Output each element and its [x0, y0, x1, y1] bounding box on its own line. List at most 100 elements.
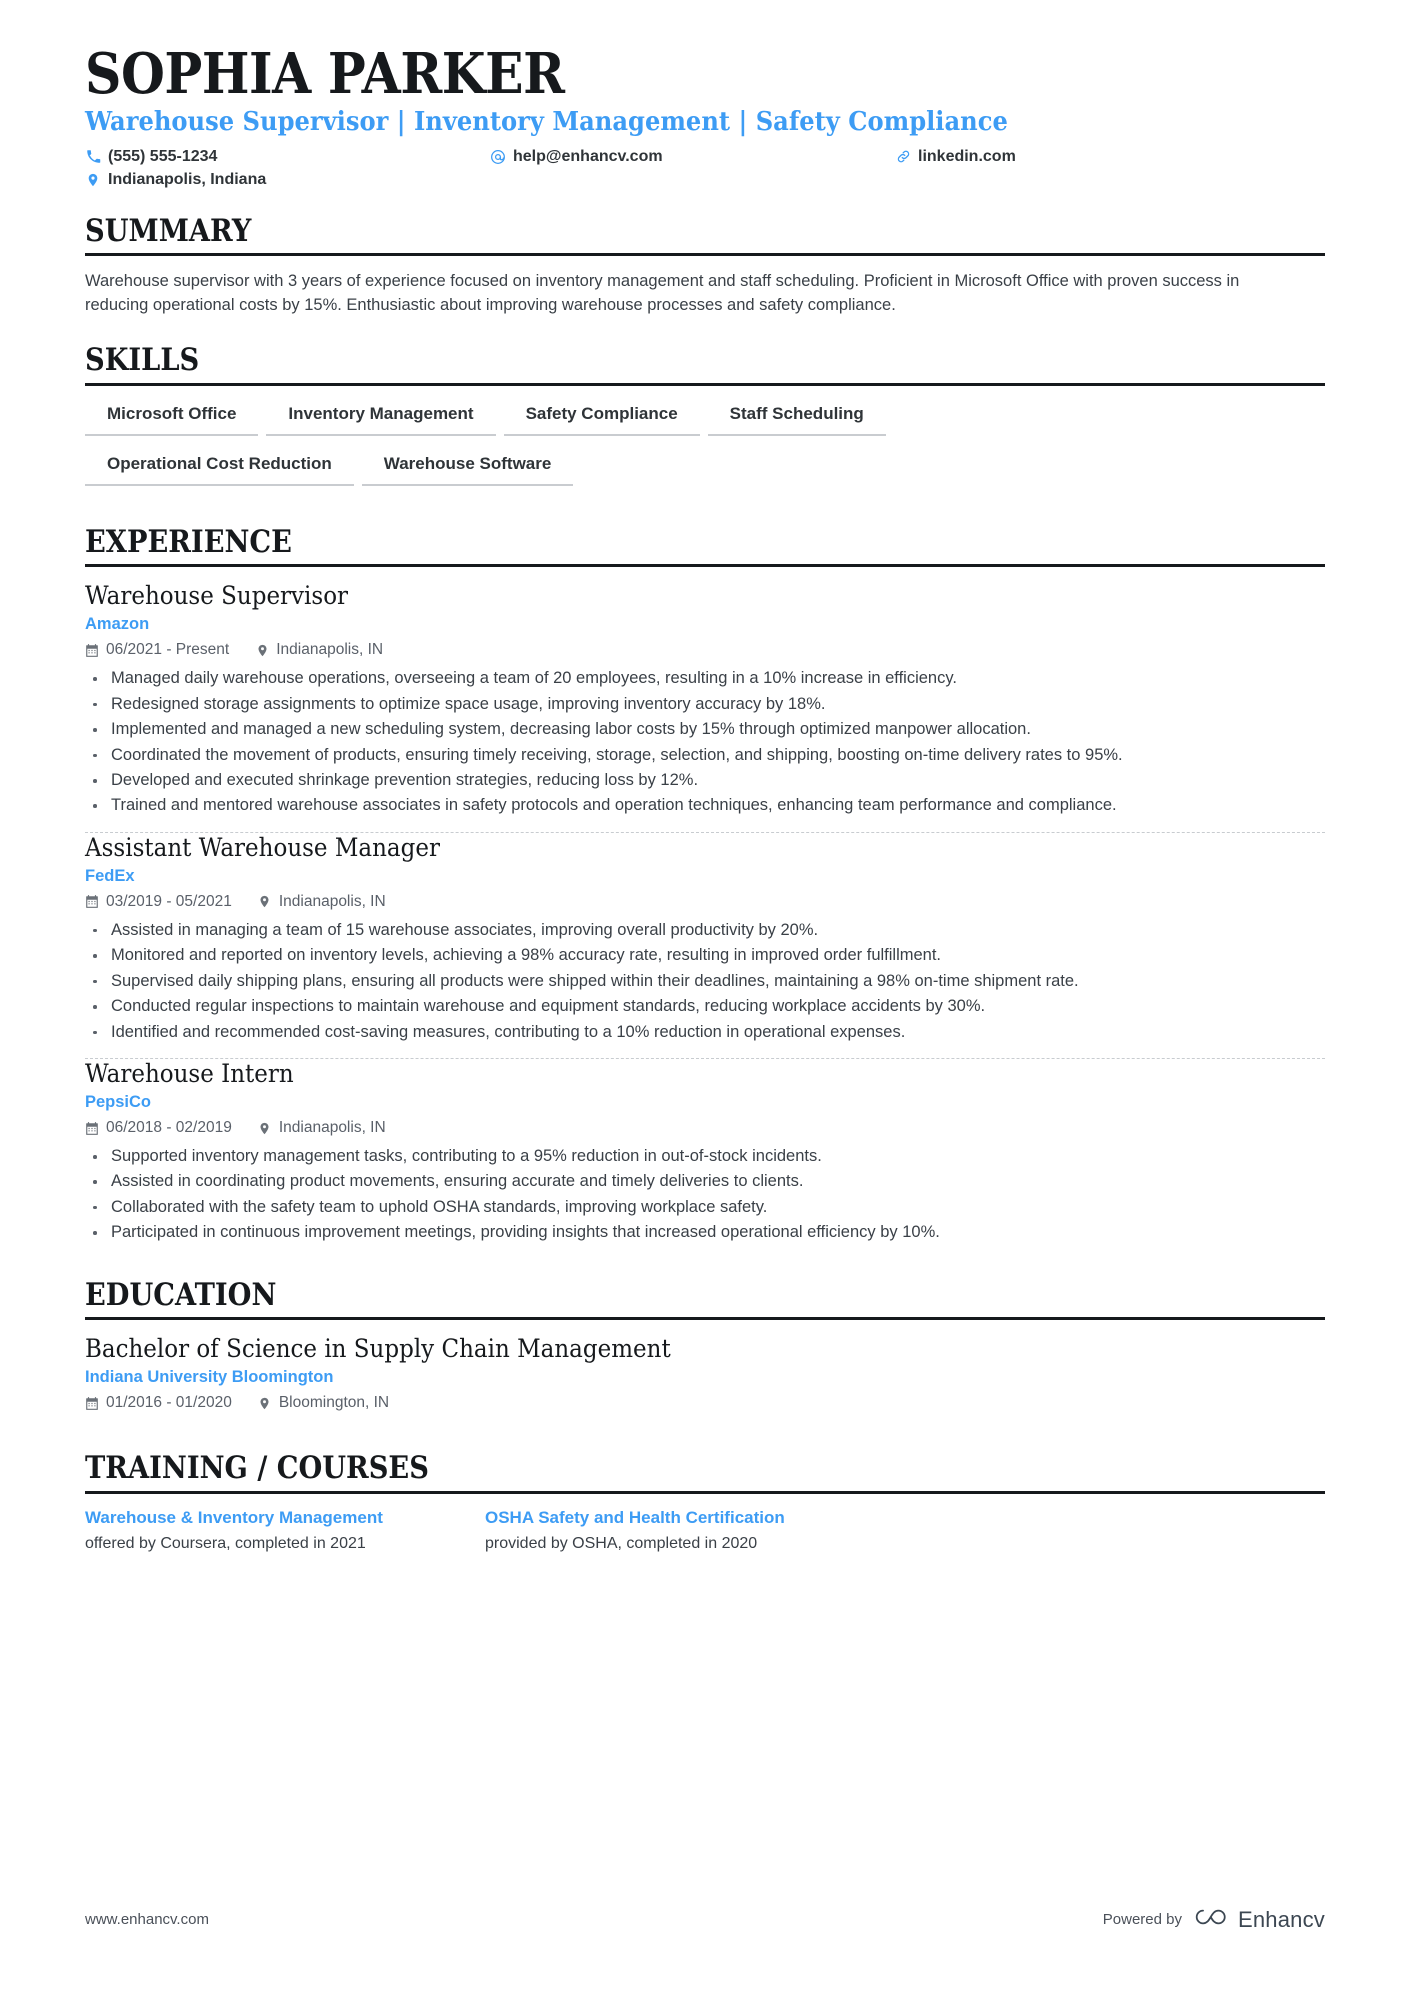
- contact-phone-text: (555) 555-1234: [108, 147, 218, 165]
- bullet-item: Redesigned storage assignments to optimi…: [85, 693, 1301, 716]
- bullet-item: Assisted in managing a team of 15 wareho…: [85, 919, 1301, 942]
- course-subtitle: provided by OSHA, completed in 2020: [485, 1534, 758, 1552]
- job-meta: 06/2021 - Present Indianapolis, IN: [85, 641, 1325, 659]
- bullet-item: Implemented and managed a new scheduling…: [85, 718, 1301, 741]
- calendar-icon: [85, 894, 99, 909]
- section-rule: [85, 253, 1325, 257]
- bullet-item: Trained and mentored warehouse associate…: [85, 794, 1301, 817]
- infinity-loop-icon: [1195, 1906, 1229, 1933]
- section-education: EDUCATION Bachelor of Science in Supply …: [85, 1279, 1325, 1427]
- location-pin-icon: [85, 172, 101, 188]
- link-icon: [895, 149, 911, 165]
- job-location: Indianapolis, IN: [255, 641, 383, 659]
- section-title-skills: SKILLS: [85, 342, 200, 379]
- section-title-education: EDUCATION: [85, 1276, 277, 1313]
- contact-phone[interactable]: (555) 555-1234: [85, 148, 490, 166]
- contact-link-text: linkedin.com: [918, 147, 1016, 165]
- education-location: Bloomington, IN: [258, 1394, 389, 1412]
- bullet-item: Managed daily warehouse operations, over…: [85, 667, 1301, 690]
- experience-entry: Assistant Warehouse Manager FedEx 03/201…: [85, 833, 1325, 1052]
- job-dates: 03/2019 - 05/2021: [85, 893, 232, 911]
- calendar-icon: [85, 1396, 99, 1411]
- page-footer: www.enhancv.com Powered by Enhancv: [85, 1906, 1325, 1933]
- resume-header: SOPHIA PARKER Warehouse Supervisor | Inv…: [85, 0, 1325, 189]
- section-rule: [85, 564, 1325, 568]
- section-rule: [85, 382, 1325, 386]
- bullet-item: Participated in continuous improvement m…: [85, 1221, 1301, 1244]
- location-pin-icon: [258, 894, 272, 909]
- degree-title: Bachelor of Science in Supply Chain Mana…: [85, 1334, 671, 1364]
- bullet-item: Supervised daily shipping plans, ensurin…: [85, 970, 1301, 993]
- section-summary: SUMMARY Warehouse supervisor with 3 year…: [85, 215, 1325, 318]
- education-entry: Bachelor of Science in Supply Chain Mana…: [85, 1334, 1325, 1426]
- skill-chip: Microsoft Office: [85, 400, 259, 436]
- job-title: Assistant Warehouse Manager: [85, 832, 440, 862]
- section-experience: EXPERIENCE Warehouse Supervisor Amazon 0…: [85, 526, 1325, 1253]
- skill-chip: Staff Scheduling: [707, 400, 886, 436]
- course-title[interactable]: OSHA Safety and Health Certification: [485, 1508, 885, 1528]
- bullet-item: Developed and executed shrinkage prevent…: [85, 769, 1301, 792]
- job-location: Indianapolis, IN: [258, 1119, 386, 1137]
- job-dates-text: 06/2018 - 02/2019: [106, 1119, 232, 1137]
- company-name[interactable]: Amazon: [85, 615, 1325, 634]
- contact-row-primary: (555) 555-1234 help@enhancv.com linkedin…: [85, 148, 1325, 166]
- calendar-icon: [85, 643, 99, 658]
- phone-icon: [85, 149, 101, 165]
- course-item: Warehouse & Inventory Management offered…: [85, 1508, 485, 1553]
- section-rule: [85, 1317, 1325, 1321]
- contact-location-text: Indianapolis, Indiana: [108, 170, 267, 188]
- job-bullets: Managed daily warehouse operations, over…: [85, 667, 1325, 818]
- section-training: TRAINING / COURSES Warehouse & Inventory…: [85, 1452, 1325, 1553]
- contact-row-secondary: Indianapolis, Indiana: [85, 171, 1325, 189]
- education-dates: 01/2016 - 01/2020: [85, 1394, 232, 1412]
- footer-branding: Powered by Enhancv: [1103, 1906, 1325, 1933]
- job-location-text: Indianapolis, IN: [278, 1119, 386, 1137]
- skill-chip: Warehouse Software: [361, 450, 574, 486]
- contact-email[interactable]: help@enhancv.com: [490, 148, 895, 166]
- course-item: OSHA Safety and Health Certification pro…: [485, 1508, 885, 1553]
- bullet-item: Collaborated with the safety team to uph…: [85, 1196, 1301, 1219]
- job-bullets: Assisted in managing a team of 15 wareho…: [85, 919, 1325, 1044]
- bullet-item: Identified and recommended cost-saving m…: [85, 1021, 1301, 1044]
- resume-page: SOPHIA PARKER Warehouse Supervisor | Inv…: [0, 0, 1410, 1995]
- education-location-text: Bloomington, IN: [278, 1394, 390, 1412]
- education-meta: 01/2016 - 01/2020 Bloomington, IN: [85, 1394, 1325, 1412]
- bullet-item: Conducted regular inspections to maintai…: [85, 995, 1301, 1018]
- skills-list: Microsoft Office Inventory Management Sa…: [85, 400, 1325, 500]
- contact-email-text: help@enhancv.com: [513, 147, 663, 165]
- location-pin-icon: [255, 643, 269, 658]
- calendar-icon: [85, 1121, 99, 1136]
- experience-entry: Warehouse Supervisor Amazon 06/2021 - Pr…: [85, 581, 1325, 826]
- job-location-text: Indianapolis, IN: [276, 641, 384, 659]
- summary-text: Warehouse supervisor with 3 years of exp…: [85, 272, 1240, 315]
- school-name[interactable]: Indiana University Bloomington: [85, 1368, 1325, 1387]
- job-dates: 06/2021 - Present: [85, 641, 229, 659]
- contact-details: (555) 555-1234 help@enhancv.com linkedin…: [85, 148, 1325, 189]
- contact-link[interactable]: linkedin.com: [895, 148, 1295, 166]
- footer-url[interactable]: www.enhancv.com: [85, 1911, 209, 1928]
- enhancv-logo[interactable]: Enhancv: [1195, 1906, 1325, 1933]
- bullet-item: Supported inventory management tasks, co…: [85, 1145, 1301, 1168]
- job-location-text: Indianapolis, IN: [278, 892, 386, 910]
- candidate-name: SOPHIA PARKER: [85, 41, 565, 107]
- location-pin-icon: [258, 1121, 272, 1136]
- company-name[interactable]: PepsiCo: [85, 1093, 1325, 1112]
- job-meta: 06/2018 - 02/2019 Indianapolis, IN: [85, 1119, 1325, 1137]
- job-location: Indianapolis, IN: [258, 893, 386, 911]
- bullet-item: Monitored and reported on inventory leve…: [85, 944, 1301, 967]
- job-title: Warehouse Supervisor: [85, 581, 349, 611]
- job-meta: 03/2019 - 05/2021 Indianapolis, IN: [85, 893, 1325, 911]
- job-dates: 06/2018 - 02/2019: [85, 1119, 232, 1137]
- location-pin-icon: [258, 1396, 272, 1411]
- company-name[interactable]: FedEx: [85, 867, 1325, 886]
- job-dates-text: 03/2019 - 05/2021: [106, 892, 232, 910]
- experience-entry: Warehouse Intern PepsiCo 06/2018 - 02/20…: [85, 1059, 1325, 1253]
- contact-location[interactable]: Indianapolis, Indiana: [85, 171, 490, 189]
- bullet-item: Coordinated the movement of products, en…: [85, 744, 1301, 767]
- job-bullets: Supported inventory management tasks, co…: [85, 1145, 1325, 1245]
- education-dates-text: 01/2016 - 01/2020: [106, 1394, 232, 1412]
- course-title[interactable]: Warehouse & Inventory Management: [85, 1508, 485, 1528]
- section-skills: SKILLS Microsoft Office Inventory Manage…: [85, 344, 1325, 500]
- powered-by-label: Powered by: [1102, 1911, 1182, 1928]
- course-subtitle: offered by Coursera, completed in 2021: [85, 1534, 366, 1552]
